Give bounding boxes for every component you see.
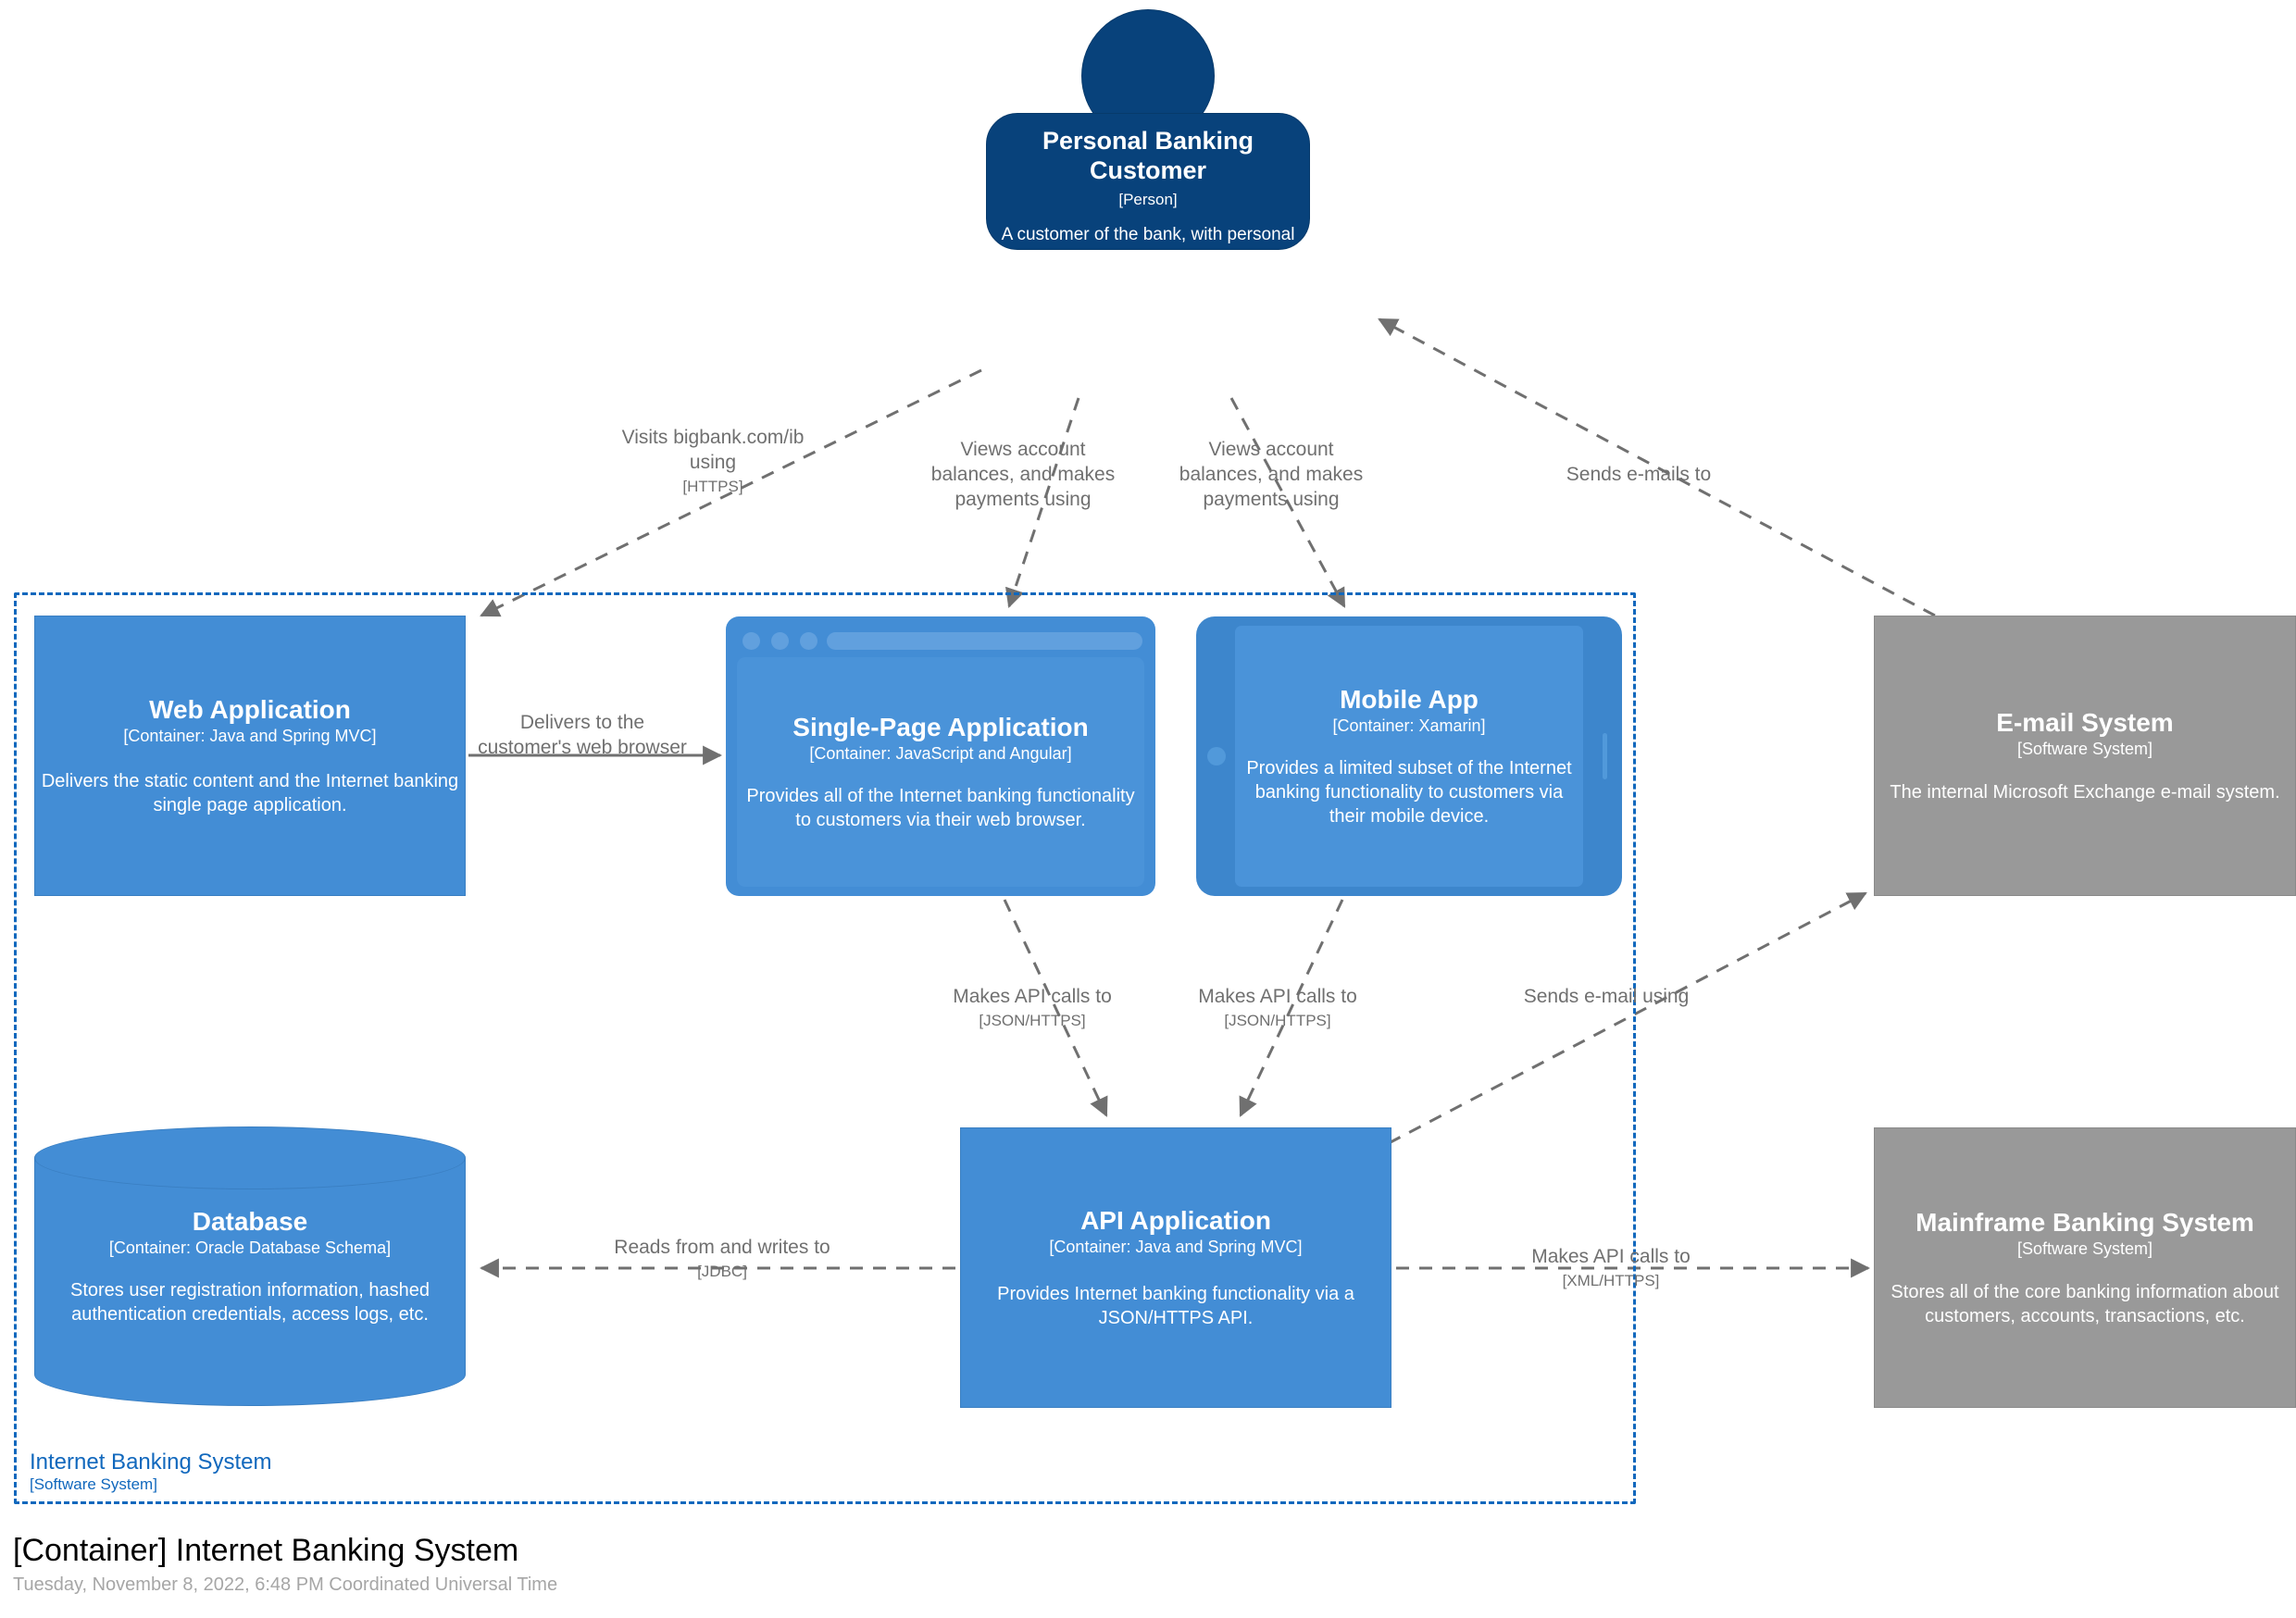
browser-chrome [726,616,1155,659]
browser-dot-icon [800,632,817,650]
node-description: A customer of the bank, with personal ba… [1001,225,1295,268]
node-description: Provides all of the Internet banking fun… [746,786,1135,831]
node-email-system[interactable]: E-mail System [Software System] The inte… [1874,616,2296,896]
edge-label-text: Makes API calls to [953,986,1112,1007]
node-type: [Container: Oracle Database Schema] [108,1238,392,1257]
edge-label-text: Makes API calls to [1198,986,1357,1007]
diagram-title: [Container] Internet Banking System [13,1533,519,1568]
edge-label-tech: [JSON/HTTPS] [979,1011,1086,1029]
node-title: Mobile App [1340,684,1479,714]
node-title: Mainframe Banking System [1915,1208,2254,1238]
edge-label-delivers: Delivers to the customer's web browser [476,711,689,761]
node-type: [Container: Java and Spring MVC] [123,727,377,746]
tablet-speaker-icon [1603,733,1607,779]
edge-label-tech: [JDBC] [697,1262,747,1280]
node-description: Provides a limited subset of the Interne… [1246,758,1572,828]
tablet-viewport: Mobile App [Container: Xamarin] Provides… [1235,626,1583,887]
node-api-application[interactable]: API Application [Container: Java and Spr… [960,1127,1391,1408]
node-type: [Container: Xamarin] [1332,716,1486,735]
node-mobile-app[interactable]: Mobile App [Container: Xamarin] Provides… [1196,616,1622,896]
edge-label-mainframe-api-calls: Makes API calls to [XML/HTTPS] [1491,1245,1731,1291]
node-title: E-mail System [1996,708,2174,738]
edge-label-mobile-api-calls: Makes API calls to [JSON/HTTPS] [1176,985,1379,1031]
boundary-name: Internet Banking System [30,1450,272,1475]
edge-label-visits: Visits bigbank.com/ib using [HTTPS] [611,426,815,497]
node-type: [Software System] [2016,740,2153,759]
browser-address-bar [827,632,1142,650]
edge-label-reads-writes: Reads from and writes to [JDBC] [611,1236,833,1282]
edge-label-tech: [HTTPS] [682,477,743,495]
boundary-type: [Software System] [30,1475,157,1493]
edge-label-spa-api-calls: Makes API calls to [JSON/HTTPS] [930,985,1134,1031]
node-personal-banking-customer[interactable]: Personal Banking Customer [Person] A cus… [986,9,1310,268]
diagram-canvas: Internet Banking System [Software System… [0,0,2296,1618]
diagram-footer: [Container] Internet Banking System Tues… [13,1532,557,1597]
edge-label-text: Views account balances, and makes paymen… [1179,439,1364,510]
node-description: The internal Microsoft Exchange e-mail s… [1890,781,2280,803]
node-title: Single-Page Application [792,712,1089,741]
node-mainframe-banking-system[interactable]: Mainframe Banking System [Software Syste… [1874,1127,2296,1408]
edge-label-text: Sends e-mails to [1566,464,1712,485]
node-title: Web Application [149,695,351,725]
edge-label-text: Sends e-mail using [1523,986,1690,1007]
node-description: Stores user registration information, ha… [70,1280,430,1326]
edge-label-tech: [JSON/HTTPS] [1224,1011,1331,1029]
browser-dot-icon [771,632,789,650]
browser-viewport: Single-Page Application [Container: Java… [737,657,1144,887]
node-type: [Person] [1118,190,1178,208]
node-title: API Application [1080,1206,1271,1236]
node-description: Stores all of the core banking informati… [1890,1281,2279,1326]
edge-label-views-balances-mobile: Views account balances, and makes paymen… [1174,438,1368,513]
edge-label-text: Delivers to the customer's web browser [478,712,687,758]
edge-label-sends-emails-to: Sends e-mails to [1504,463,1773,488]
node-title: Database [192,1206,308,1236]
database-content: Database [Container: Oracle Database Sch… [34,1126,466,1406]
edge-label-tech: [XML/HTTPS] [1562,1271,1660,1289]
edge-label-text: Makes API calls to [1531,1246,1691,1267]
node-database[interactable]: Database [Container: Oracle Database Sch… [34,1126,466,1406]
node-description: Delivers the static content and the Inte… [41,770,459,815]
node-description: Provides Internet banking functionality … [997,1283,1354,1328]
system-boundary-label: Internet Banking System [Software System… [30,1450,271,1493]
browser-dot-icon [742,632,760,650]
edge-label-text: Views account balances, and makes paymen… [930,439,1116,510]
edge-label-views-balances-spa: Views account balances, and makes paymen… [926,438,1120,513]
node-type: [Software System] [2016,1239,2153,1259]
edge-label-sends-email-using: Sends e-mail using [1514,985,1699,1010]
node-web-application[interactable]: Web Application [Container: Java and Spr… [34,616,466,896]
person-body: Personal Banking Customer [Person] A cus… [986,113,1310,268]
tablet-home-button-icon [1207,747,1226,765]
edge-label-text: Visits bigbank.com/ib using [621,427,805,473]
node-title: Personal Banking Customer [1042,127,1254,184]
node-type: [Container: JavaScript and Angular] [809,743,1072,763]
node-single-page-application[interactable]: Single-Page Application [Container: Java… [726,616,1155,896]
node-type: [Container: Java and Spring MVC] [1049,1238,1303,1257]
diagram-timestamp: Tuesday, November 8, 2022, 6:48 PM Coord… [13,1574,558,1596]
edge-label-text: Reads from and writes to [614,1237,830,1258]
